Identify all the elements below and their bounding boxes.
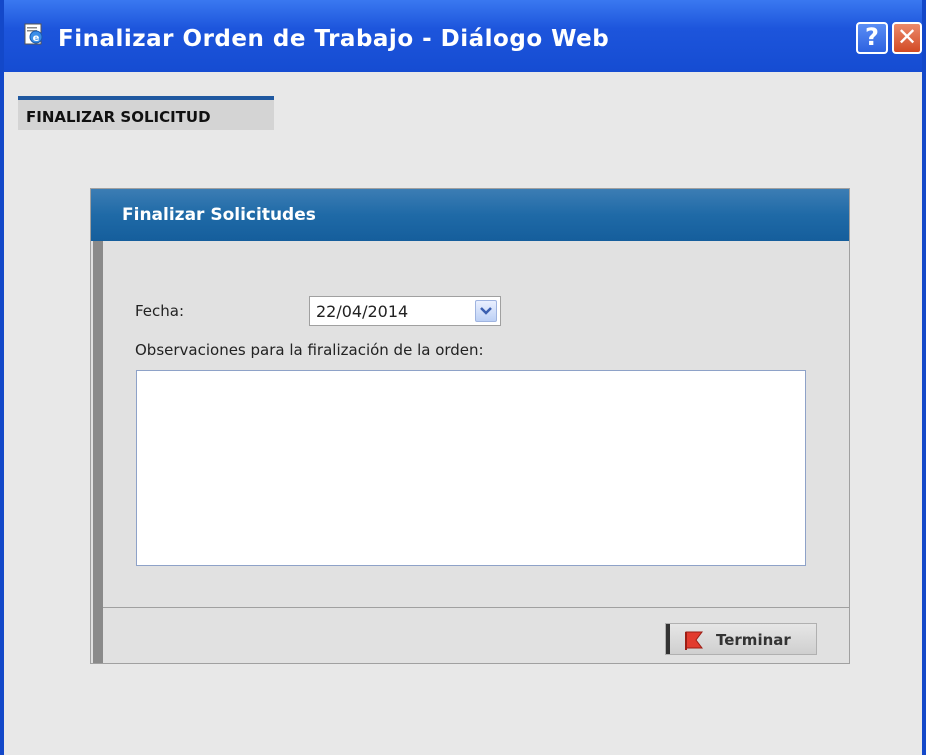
finalizar-solicitudes-panel: Finalizar Solicitudes Fecha: 22/04/2014 … xyxy=(90,188,850,664)
date-dropdown-button[interactable] xyxy=(475,300,497,322)
tab-finalizar-solicitud[interactable]: FINALIZAR SOLICITUD xyxy=(18,96,274,130)
close-button[interactable]: ✕ xyxy=(892,22,922,54)
panel-left-bar xyxy=(93,241,103,663)
observaciones-textarea[interactable] xyxy=(136,370,806,566)
panel-divider xyxy=(103,607,849,608)
title-bar[interactable]: e Finalizar Orden de Trabajo - Diálogo W… xyxy=(4,0,922,72)
panel-title: Finalizar Solicitudes xyxy=(122,205,316,225)
fecha-label: Fecha: xyxy=(135,302,185,320)
dialog-window: e Finalizar Orden de Trabajo - Diálogo W… xyxy=(0,0,926,755)
fecha-value: 22/04/2014 xyxy=(316,302,409,321)
red-pin-icon xyxy=(685,631,703,650)
chevron-down-icon xyxy=(480,307,492,315)
fecha-date-picker[interactable]: 22/04/2014 xyxy=(309,296,501,326)
ie-document-icon: e xyxy=(24,23,43,45)
svg-text:e: e xyxy=(33,33,40,44)
help-button[interactable]: ? xyxy=(856,22,888,54)
terminar-label: Terminar xyxy=(716,631,791,649)
observaciones-label: Observaciones para la firalización de la… xyxy=(135,341,484,359)
dialog-content: FINALIZAR SOLICITUD Finalizar Solicitude… xyxy=(4,72,922,755)
terminar-button[interactable]: Terminar xyxy=(665,623,817,655)
window-title: Finalizar Orden de Trabajo - Diálogo Web xyxy=(58,26,610,52)
panel-header: Finalizar Solicitudes xyxy=(91,189,849,241)
tab-label: FINALIZAR SOLICITUD xyxy=(26,108,211,126)
button-grip xyxy=(666,624,670,654)
